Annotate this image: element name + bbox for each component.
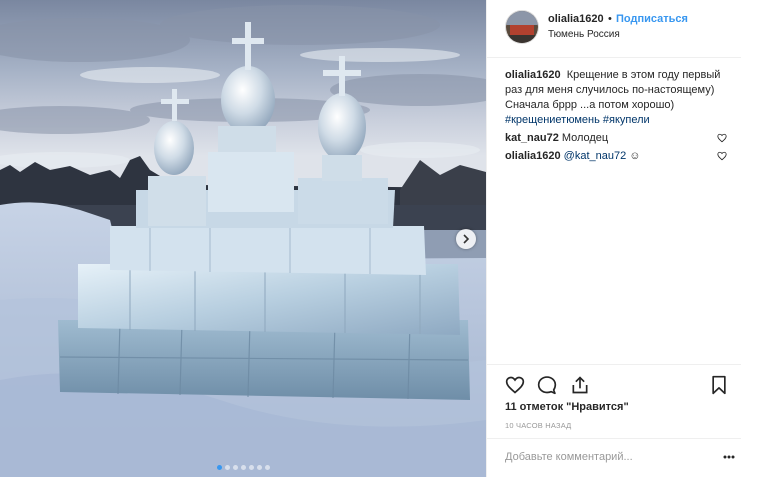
- comment-icon[interactable]: [537, 375, 557, 395]
- carousel-indicators: [0, 465, 486, 470]
- ice-sculpture-photo: [0, 0, 486, 477]
- carousel-dot: [256, 465, 262, 470]
- avatar-image: [506, 11, 538, 43]
- chevron-right-icon: [463, 234, 470, 244]
- post-location[interactable]: Тюмень Россия: [548, 29, 620, 40]
- more-icon[interactable]: [723, 455, 735, 459]
- comment-username[interactable]: olialia1620: [505, 150, 561, 162]
- next-slide-button[interactable]: [456, 229, 476, 249]
- avatar[interactable]: [505, 10, 539, 44]
- instagram-post-modal: olialia1620 • Подписаться Тюмень Россия …: [0, 0, 760, 477]
- post-timestamp[interactable]: 10 часов назад: [505, 421, 571, 430]
- comment-item: olialia1620 @kat_nau72 ☺: [505, 149, 731, 164]
- heart-icon[interactable]: [717, 133, 727, 143]
- post-caption: olialia1620 Крещение в этом году первый …: [505, 68, 731, 128]
- post-header: olialia1620 • Подписаться Тюмень Россия: [487, 0, 741, 58]
- carousel-dot: [216, 465, 222, 470]
- likes-count[interactable]: 11 отметок "Нравится": [505, 401, 629, 413]
- dome-right: [318, 56, 366, 181]
- heart-icon[interactable]: [505, 375, 525, 395]
- comments-list: olialia1620 Крещение в этом году первый …: [505, 68, 731, 164]
- add-comment-form: [487, 438, 741, 478]
- comment-text: ☺: [626, 150, 641, 162]
- follow-button[interactable]: Подписаться: [616, 13, 688, 25]
- comment-item: kat_nau72 Молодец: [505, 131, 731, 146]
- heart-icon[interactable]: [717, 151, 727, 161]
- hashtag-link[interactable]: #крещениетюмень: [505, 114, 600, 126]
- hashtag-link[interactable]: #якупели: [603, 114, 650, 126]
- carousel-dot: [240, 465, 246, 470]
- header-separator: •: [608, 13, 612, 25]
- comment-input[interactable]: [505, 451, 695, 463]
- post-author-username[interactable]: olialia1620: [548, 13, 604, 25]
- bookmark-icon[interactable]: [709, 375, 729, 395]
- share-icon[interactable]: [570, 375, 590, 395]
- post-sidebar: olialia1620 • Подписаться Тюмень Россия …: [486, 0, 741, 477]
- comment-text: Молодец: [561, 132, 609, 144]
- post-photo[interactable]: [0, 0, 486, 477]
- carousel-dot: [248, 465, 254, 470]
- caption-username[interactable]: olialia1620: [505, 69, 561, 81]
- comment-mention[interactable]: @kat_nau72: [564, 150, 627, 162]
- carousel-dot: [232, 465, 238, 470]
- carousel-dot: [264, 465, 270, 470]
- post-actions: [487, 364, 741, 405]
- carousel-dot: [224, 465, 230, 470]
- comment-username[interactable]: kat_nau72: [505, 132, 559, 144]
